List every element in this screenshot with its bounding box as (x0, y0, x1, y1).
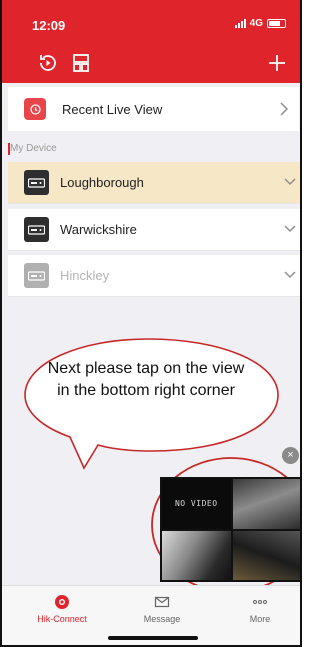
nav-label: Message (143, 614, 181, 624)
app-screen: 12:09 4G Recent Live View My Device Loug… (0, 0, 302, 647)
camera-tile[interactable] (162, 530, 231, 580)
nav-label: More (249, 614, 271, 624)
callout-text: Next please tap on the view in the botto… (47, 360, 245, 399)
nav-more[interactable]: More (220, 594, 300, 624)
camera-tile[interactable] (232, 530, 300, 580)
camera-tile[interactable]: NO VIDEO (162, 479, 231, 529)
more-icon (253, 600, 267, 604)
no-video-label: NO VIDEO (174, 499, 218, 509)
message-icon (154, 596, 170, 608)
live-view-preview[interactable]: NO VIDEO (160, 477, 300, 582)
camera-tile[interactable] (232, 479, 300, 529)
nav-hik-connect[interactable]: Hik-Connect (22, 594, 102, 624)
nav-message[interactable]: Message (122, 594, 202, 624)
close-icon[interactable]: × (282, 447, 299, 464)
home-indicator (108, 636, 198, 640)
hik-connect-icon (55, 595, 69, 609)
nav-label: Hik-Connect (37, 614, 87, 624)
